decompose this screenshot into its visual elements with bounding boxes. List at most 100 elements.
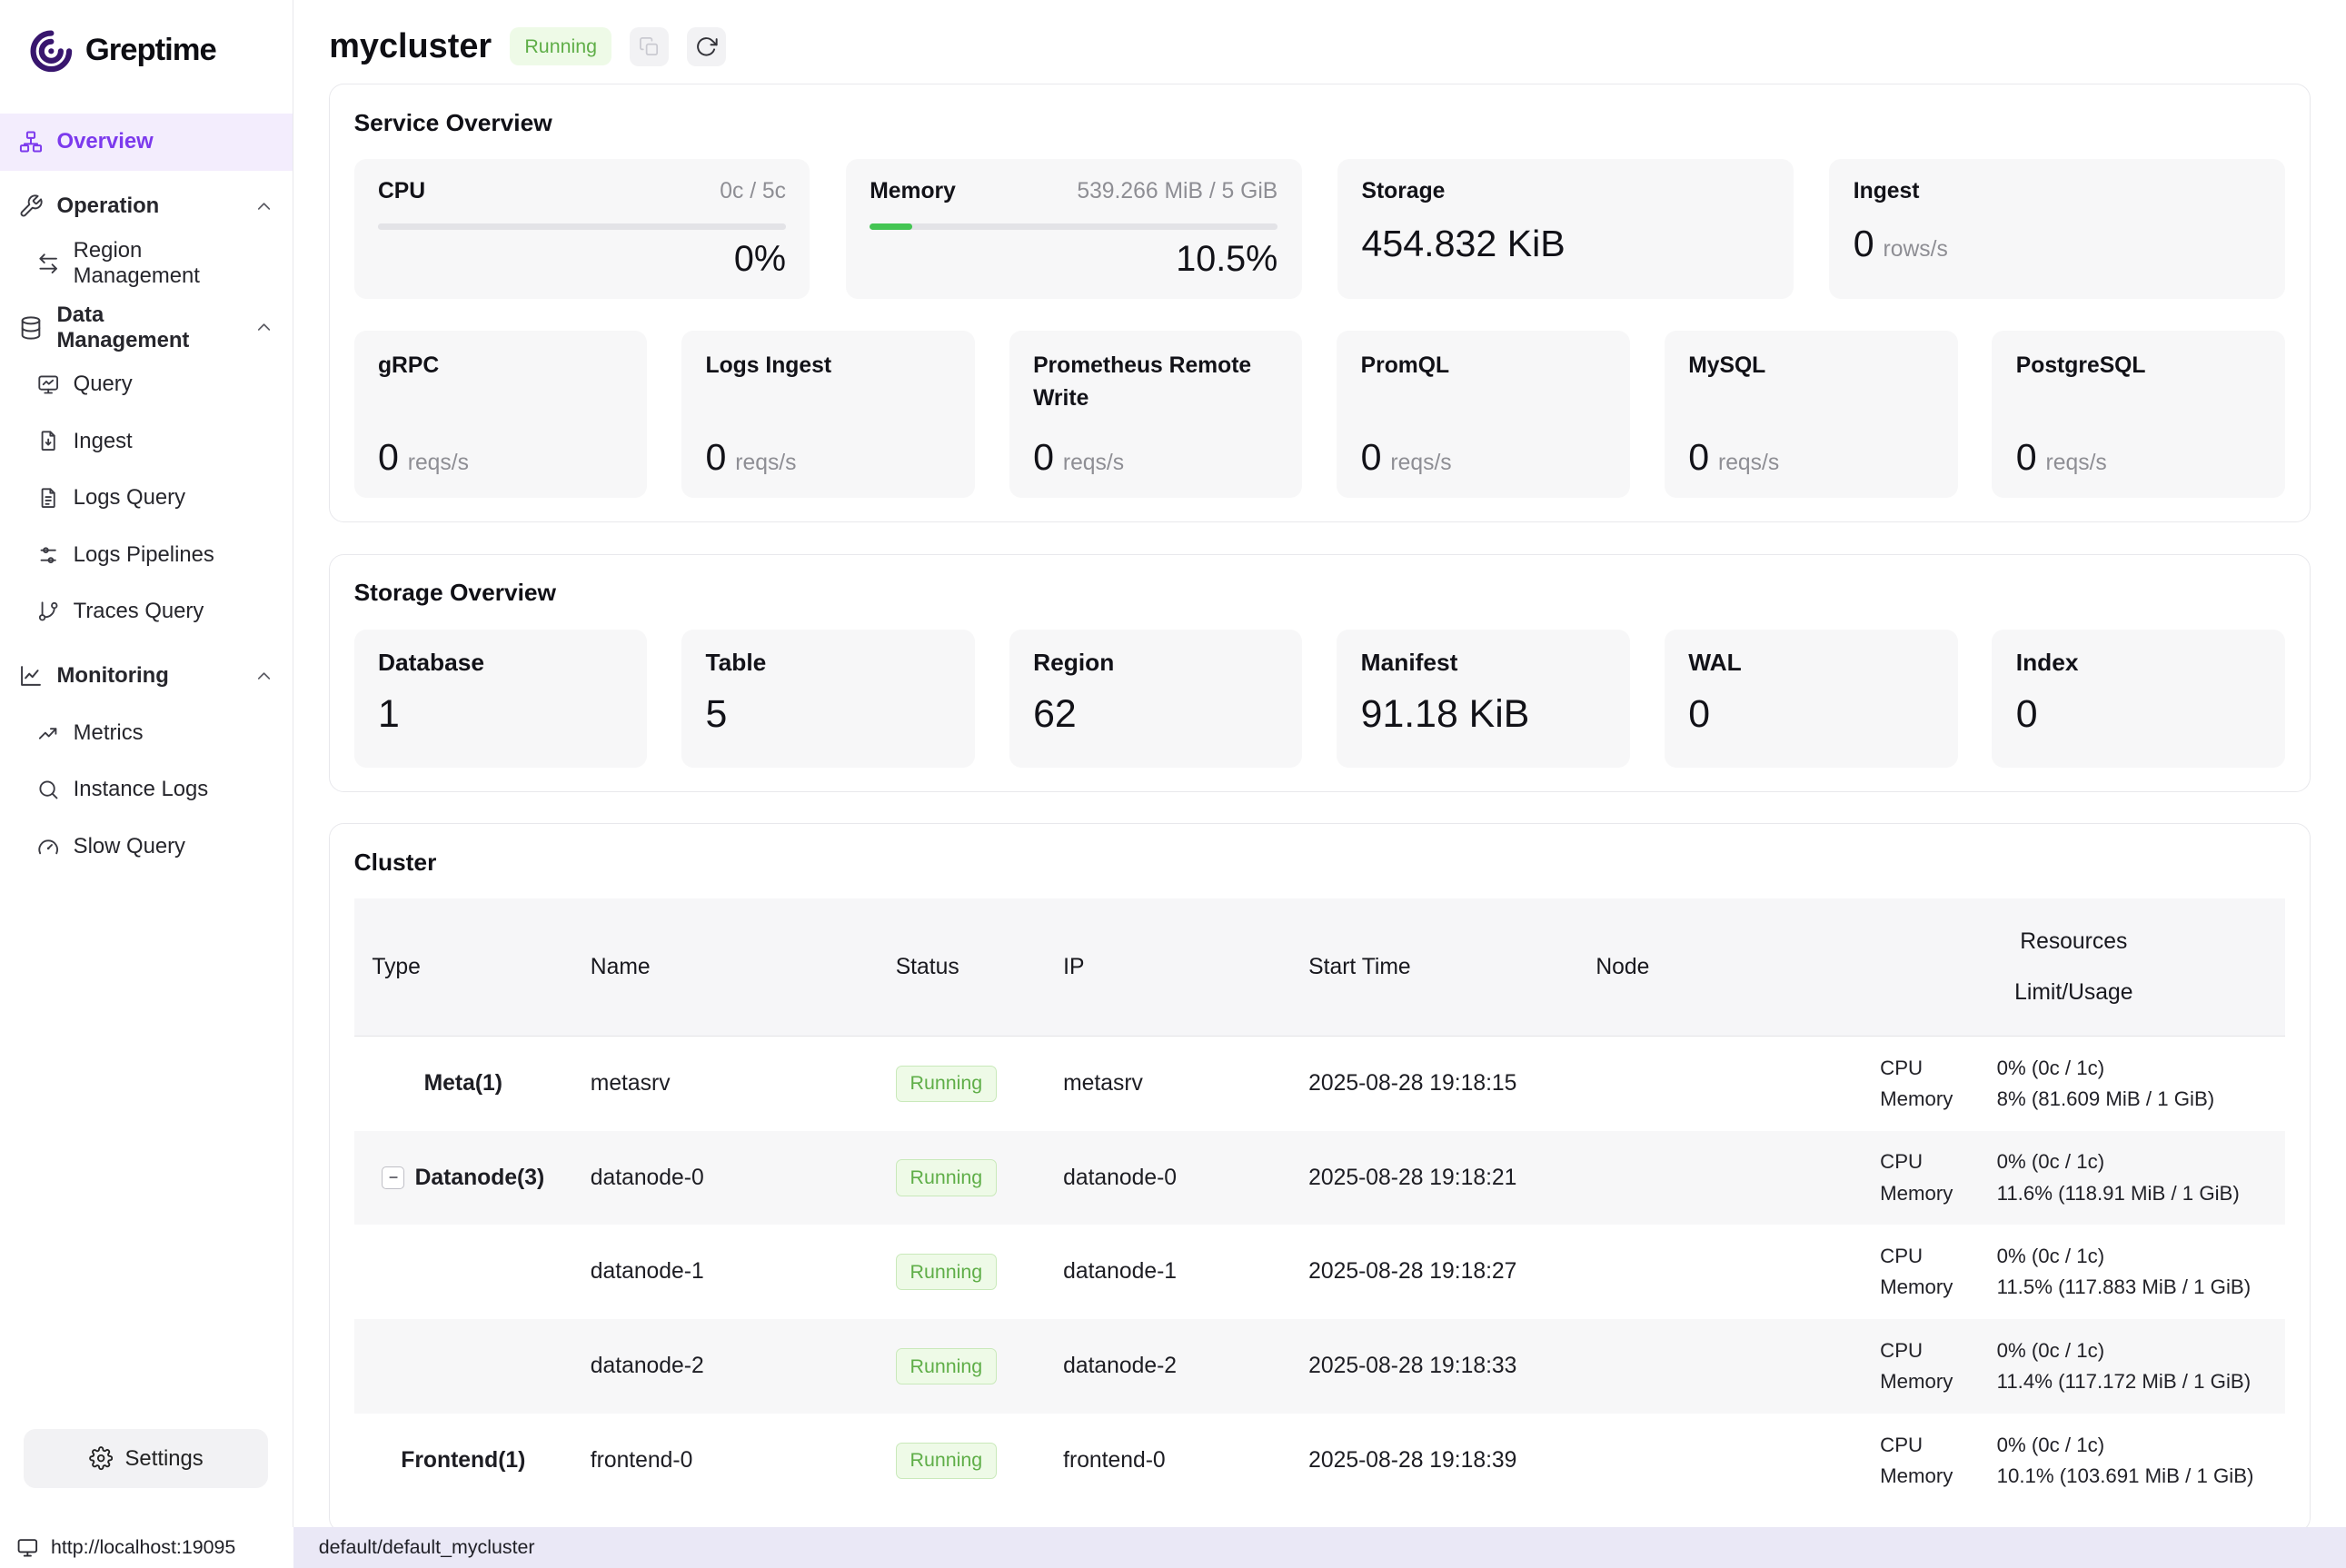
table-row: Frontend(1) frontend-0 Running frontend-… xyxy=(354,1414,2286,1508)
storage-stat-card: Storage 454.832 KiB xyxy=(1337,159,1794,299)
cluster-header: mycluster Running xyxy=(293,0,2346,84)
sidebar-item-logs-query[interactable]: Logs Query xyxy=(0,470,293,527)
sidebar-item-label: Overview xyxy=(57,129,154,154)
cell-resources: CPU0% (0c / 1c) Memory11.4% (117.172 MiB… xyxy=(1862,1325,2285,1407)
sidebar-group-operation[interactable]: Operation xyxy=(0,178,293,235)
cpu-progress-track xyxy=(378,223,786,230)
host-selector[interactable]: http://localhost:19095 xyxy=(0,1527,293,1567)
index-stat-card: Index 0 xyxy=(1992,630,2285,767)
cell-start-time: 2025-08-28 19:18:33 xyxy=(1290,1354,1577,1379)
sidebar-nav: Overview Operation xyxy=(0,104,293,1411)
sidebar-item-metrics[interactable]: Metrics xyxy=(0,704,293,761)
cell-ip: datanode-2 xyxy=(1045,1354,1290,1379)
chevron-up-icon xyxy=(253,196,274,217)
stat-value: 0 xyxy=(1688,692,1933,737)
sidebar-item-traces-query[interactable]: Traces Query xyxy=(0,583,293,640)
ingest-unit: rows/s xyxy=(1884,237,1948,262)
settings-button[interactable]: Settings xyxy=(24,1429,268,1489)
region-stat-card: Region 62 xyxy=(1009,630,1303,767)
cell-type: Meta(1) xyxy=(424,1071,502,1097)
cell-start-time: 2025-08-28 19:18:15 xyxy=(1290,1071,1577,1097)
resource-memory-value: 11.5% (117.883 MiB / 1 GiB) xyxy=(1997,1275,2277,1299)
sidebar-item-label: Query xyxy=(74,372,133,397)
ingest-stat-card: Ingest 0rows/s xyxy=(1829,159,2285,299)
sidebar-item-label: Ingest xyxy=(74,429,133,454)
sidebar-item-slow-query[interactable]: Slow Query xyxy=(0,819,293,876)
status-badge: Running xyxy=(510,27,612,65)
cell-name: frontend-0 xyxy=(572,1448,878,1474)
grpc-stat-card: gRPC 0reqs/s xyxy=(354,331,648,498)
cell-ip: frontend-0 xyxy=(1045,1448,1290,1474)
app-window: Greptime Overview xyxy=(0,0,2346,1568)
cell-name: datanode-2 xyxy=(572,1354,878,1379)
chevron-up-icon xyxy=(253,666,274,687)
overview-icon xyxy=(18,129,44,154)
promql-stat-card: PromQL 0reqs/s xyxy=(1337,331,1630,498)
protocol-label: MySQL xyxy=(1688,350,1933,382)
sidebar-group-data-management[interactable]: Data Management xyxy=(0,299,293,356)
cpu-percent: 0% xyxy=(378,239,786,280)
storage-value: 454.832 KiB xyxy=(1361,223,1769,265)
cell-resources: CPU0% (0c / 1c) Memory11.6% (118.91 MiB … xyxy=(1862,1137,2285,1219)
cell-ip: datanode-1 xyxy=(1045,1259,1290,1285)
search-icon xyxy=(36,778,60,801)
sidebar-item-label: Instance Logs xyxy=(74,777,209,802)
memory-stat-card: Memory 539.266 MiB / 5 GiB 10.5% xyxy=(846,159,1302,299)
protocol-unit: reqs/s xyxy=(1063,451,1124,475)
stat-label: Region xyxy=(1033,649,1278,677)
limit-usage-header: Limit/Usage xyxy=(2014,980,2132,1006)
monitor-icon xyxy=(16,1536,39,1559)
brand-logo: Greptime xyxy=(0,0,293,104)
cpu-label: CPU xyxy=(378,179,425,204)
cell-start-time: 2025-08-28 19:18:39 xyxy=(1290,1448,1577,1474)
protocol-unit: reqs/s xyxy=(2046,451,2107,475)
sidebar-item-logs-pipelines[interactable]: Logs Pipelines xyxy=(0,526,293,583)
sidebar-item-instance-logs[interactable]: Instance Logs xyxy=(0,761,293,819)
resource-memory-value: 11.4% (117.172 MiB / 1 GiB) xyxy=(1997,1370,2277,1394)
database-stat-card: Database 1 xyxy=(354,630,648,767)
refresh-icon xyxy=(695,35,718,58)
memory-percent: 10.5% xyxy=(870,239,1277,280)
resource-memory-value: 11.6% (118.91 MiB / 1 GiB) xyxy=(1997,1182,2277,1206)
logs-ingest-stat-card: Logs Ingest 0reqs/s xyxy=(681,331,975,498)
stat-label: Database xyxy=(378,649,623,677)
cluster-table: Type Name Status IP Start Time Node Reso… xyxy=(354,898,2286,1507)
cluster-title: Cluster xyxy=(354,849,2286,877)
statusbar-url: http://localhost:19095 xyxy=(51,1536,235,1559)
greptime-logo-icon xyxy=(27,27,75,75)
resource-memory-value: 10.1% (103.691 MiB / 1 GiB) xyxy=(1997,1464,2277,1488)
stat-label: Index xyxy=(2016,649,2262,677)
protocol-label: gRPC xyxy=(378,350,623,382)
resource-cpu-value: 0% (0c / 1c) xyxy=(1997,1339,2277,1363)
refresh-button[interactable] xyxy=(687,27,726,66)
table-row: Meta(1) metasrv Running metasrv 2025-08-… xyxy=(354,1037,2286,1131)
table-stat-card: Table 5 xyxy=(681,630,975,767)
resource-cpu-label: CPU xyxy=(1880,1339,1996,1363)
wal-stat-card: WAL 0 xyxy=(1665,630,1958,767)
resources-header: Resources xyxy=(2020,929,2127,955)
column-name: Name xyxy=(572,955,878,980)
collapse-toggle-icon[interactable] xyxy=(382,1166,404,1189)
database-icon xyxy=(18,315,44,341)
stat-label: Table xyxy=(706,649,951,677)
table-header: Type Name Status IP Start Time Node Reso… xyxy=(354,898,2286,1036)
copy-button[interactable] xyxy=(630,27,669,66)
resource-memory-label: Memory xyxy=(1880,1370,1996,1394)
sidebar-item-query[interactable]: Query xyxy=(0,356,293,413)
cell-ip: datanode-0 xyxy=(1045,1166,1290,1191)
sidebar-item-ingest[interactable]: Ingest xyxy=(0,412,293,470)
stat-value: 0 xyxy=(2016,692,2262,737)
storage-label: Storage xyxy=(1361,179,1445,204)
resource-memory-label: Memory xyxy=(1880,1182,1996,1206)
cell-type: Frontend(1) xyxy=(401,1448,525,1474)
copy-icon xyxy=(639,36,660,57)
sidebar-item-overview[interactable]: Overview xyxy=(0,114,293,171)
memory-limit: 539.266 MiB / 5 GiB xyxy=(1077,179,1277,204)
sidebar: Greptime Overview xyxy=(0,0,293,1527)
cell-resources: CPU0% (0c / 1c) Memory10.1% (103.691 MiB… xyxy=(1862,1420,2285,1502)
sidebar-group-monitoring[interactable]: Monitoring xyxy=(0,648,293,705)
sidebar-item-label: Logs Query xyxy=(74,485,185,511)
sidebar-item-region-management[interactable]: Region Management xyxy=(0,234,293,292)
cell-name: metasrv xyxy=(572,1071,878,1097)
settings-label: Settings xyxy=(125,1446,204,1472)
